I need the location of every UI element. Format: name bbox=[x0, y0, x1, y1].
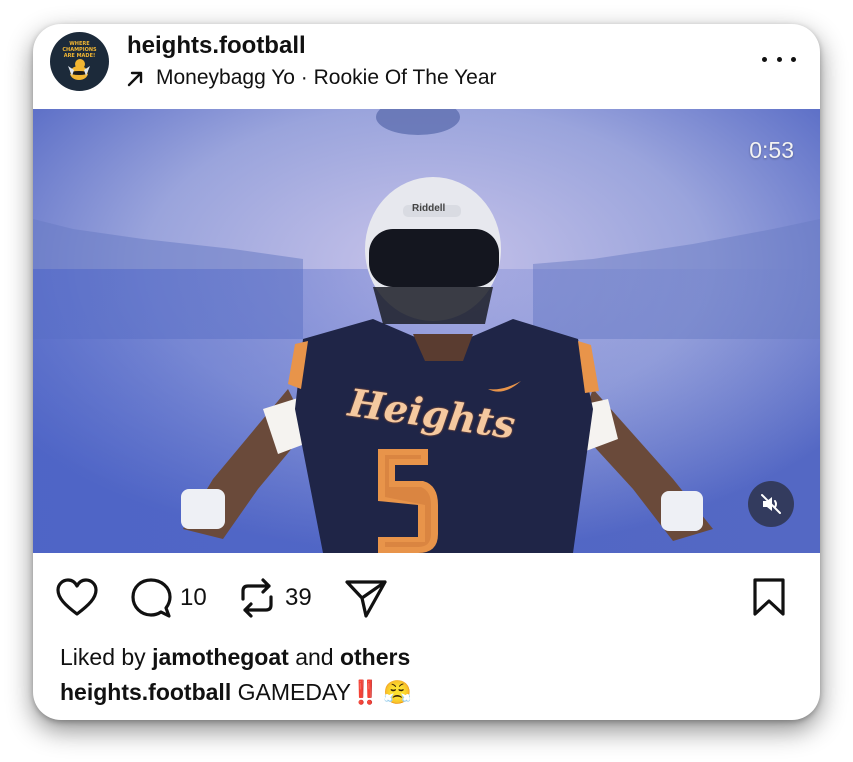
more-options-button[interactable] bbox=[762, 50, 796, 68]
speaker-muted-icon bbox=[761, 494, 781, 514]
video-frame-image bbox=[33, 109, 820, 553]
arrow-up-right-icon bbox=[127, 71, 143, 86]
post-card: WHERE CHAMPIONS ARE MADE! heights.footba… bbox=[33, 24, 820, 720]
share-button[interactable] bbox=[344, 577, 388, 619]
video-duration: 0:53 bbox=[749, 137, 794, 163]
helmet-brand: Riddell bbox=[412, 203, 446, 214]
speech-bubble-icon bbox=[131, 578, 172, 618]
action-bar: 10 39 bbox=[33, 553, 820, 643]
bookmark-icon bbox=[753, 578, 785, 616]
caption-username-link[interactable]: heights.football bbox=[60, 679, 231, 705]
ellipsis-dot bbox=[791, 56, 796, 62]
mute-button[interactable] bbox=[748, 481, 794, 527]
video-player[interactable]: Heights Riddell 0:53 bbox=[33, 109, 820, 553]
likes-others-link[interactable]: others bbox=[340, 644, 410, 670]
audio-label: Moneybagg Yo · Rookie Of The Year bbox=[156, 66, 497, 89]
post-header: WHERE CHAMPIONS ARE MADE! heights.footba… bbox=[33, 24, 820, 109]
steam-face-emoji: 😤 bbox=[382, 679, 412, 705]
audio-link[interactable]: Moneybagg Yo · Rookie Of The Year bbox=[127, 66, 497, 90]
repost-button[interactable]: 39 bbox=[237, 577, 312, 619]
save-button[interactable] bbox=[751, 577, 787, 622]
hornet-mascot-icon bbox=[68, 59, 90, 80]
heart-icon bbox=[56, 578, 98, 616]
likes-summary: Liked by jamothegoat and others bbox=[60, 644, 410, 671]
post-username[interactable]: heights.football bbox=[127, 32, 306, 60]
double-exclamation-emoji: ‼️ bbox=[350, 679, 380, 705]
likes-conjunction: and bbox=[295, 644, 334, 670]
repost-icon bbox=[241, 578, 273, 618]
likes-prefix: Liked by bbox=[60, 644, 146, 670]
comment-count: 10 bbox=[180, 584, 207, 611]
paper-plane-icon bbox=[345, 580, 387, 618]
caption-text: GAMEDAY bbox=[237, 679, 351, 705]
comment-button[interactable]: 10 bbox=[130, 577, 207, 619]
liked-by-user-link[interactable]: jamothegoat bbox=[152, 644, 289, 670]
like-button[interactable] bbox=[55, 577, 99, 617]
repost-count: 39 bbox=[285, 584, 312, 611]
caption: heights.football GAMEDAY‼️ 😤 bbox=[60, 679, 412, 706]
ellipsis-dot bbox=[776, 56, 782, 62]
avatar[interactable]: WHERE CHAMPIONS ARE MADE! bbox=[50, 32, 109, 91]
ellipsis-icon bbox=[762, 56, 767, 62]
